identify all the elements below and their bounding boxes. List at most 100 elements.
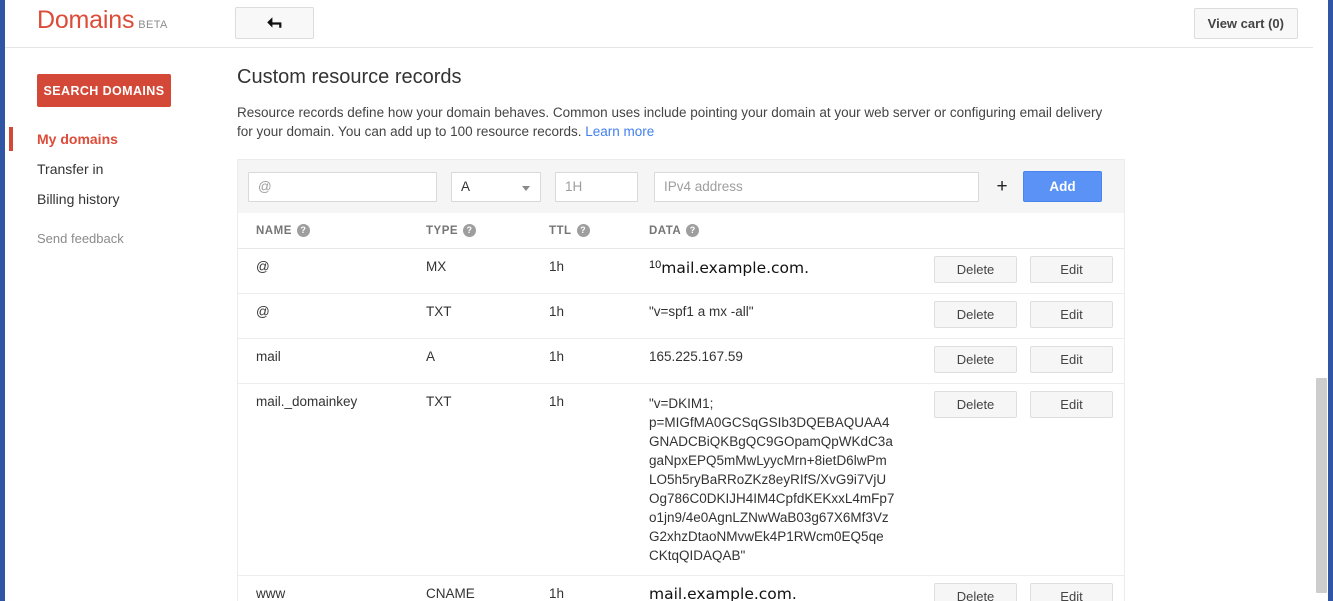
cell-ttl: 1h bbox=[549, 259, 565, 274]
cell-actions: Delete Edit bbox=[934, 339, 1124, 383]
cell-name: mail._domainkey bbox=[256, 394, 358, 409]
record-type-select[interactable]: A bbox=[451, 171, 541, 202]
edit-button[interactable]: Edit bbox=[1030, 391, 1113, 418]
cell-ttl: 1h bbox=[549, 586, 565, 601]
browser-window: Domains BETA View cart (0) SEARCH DOMAIN… bbox=[0, 0, 1333, 601]
table-row: @ MX 1h 10mail.example.com. Delete Edit bbox=[238, 249, 1124, 294]
brand-name: Domains bbox=[37, 6, 135, 34]
view-cart-label: View cart (0) bbox=[1207, 16, 1284, 31]
edit-button[interactable]: Edit bbox=[1030, 301, 1113, 328]
resource-records-table: NAME ? TYPE ? TTL ? DATA ? @ MX 1h 10mai… bbox=[237, 213, 1125, 601]
cell-ttl: 1h bbox=[549, 304, 565, 319]
edit-button[interactable]: Edit bbox=[1030, 346, 1113, 373]
delete-button[interactable]: Delete bbox=[934, 256, 1017, 283]
active-indicator-bar bbox=[9, 127, 13, 151]
cell-data-line: gaNpxEPQ5mMwLyycMrn+8ietD6lwPm bbox=[649, 453, 887, 468]
column-header-ttl: TTL ? bbox=[549, 224, 649, 237]
chevron-down-icon bbox=[522, 185, 530, 191]
add-record-button[interactable]: Add bbox=[1023, 171, 1102, 202]
back-arrow-icon bbox=[265, 16, 284, 30]
cell-data-value: mail.example.com. bbox=[661, 259, 810, 277]
help-icon[interactable]: ? bbox=[686, 224, 700, 237]
cell-type: MX bbox=[426, 259, 447, 274]
table-row: www CNAME 1h mail.example.com. Delete Ed… bbox=[238, 576, 1124, 601]
cell-actions: Delete Edit bbox=[934, 249, 1124, 293]
cell-type: A bbox=[426, 349, 436, 364]
cell-data: mail.example.com. bbox=[649, 576, 934, 601]
sidebar-item-transfer-in[interactable]: Transfer in bbox=[5, 154, 231, 184]
cell-actions: Delete Edit bbox=[934, 294, 1124, 338]
mx-priority: 10 bbox=[649, 259, 662, 271]
column-header-name: NAME ? bbox=[256, 224, 426, 237]
cell-actions: Delete Edit bbox=[934, 576, 1124, 601]
cell-type: TXT bbox=[426, 394, 452, 409]
page-viewport: Domains BETA View cart (0) SEARCH DOMAIN… bbox=[5, 0, 1328, 601]
help-icon[interactable]: ? bbox=[296, 224, 310, 237]
cell-data: "v=DKIM1; p=MIGfMA0GCSqGSIb3DQEBAQUAA4 GNA… bbox=[649, 384, 934, 575]
cell-ttl: 1h bbox=[549, 394, 565, 409]
cell-name: mail bbox=[256, 349, 281, 364]
send-feedback-link[interactable]: Send feedback bbox=[5, 226, 231, 250]
resource-records-panel: A + Add NAME ? TYPE ? bbox=[237, 159, 1125, 601]
vertical-scrollbar-track[interactable] bbox=[1313, 0, 1328, 601]
main-content: Custom resource records Resource records… bbox=[231, 49, 1328, 601]
sidebar-nav: My domains Transfer in Billing history S… bbox=[5, 124, 231, 250]
column-header-label: TYPE bbox=[426, 224, 459, 237]
cell-actions: Delete Edit bbox=[934, 384, 1124, 428]
column-header-type: TYPE ? bbox=[426, 224, 549, 237]
column-header-label: DATA bbox=[649, 224, 682, 237]
delete-button[interactable]: Delete bbox=[934, 583, 1017, 601]
cell-name: www bbox=[256, 586, 286, 601]
table-row: mail._domainkey TXT 1h "v=DKIM1; p=MIGfMA… bbox=[238, 384, 1124, 576]
record-data-input[interactable] bbox=[654, 171, 979, 202]
cell-data-line: "v=DKIM1; bbox=[649, 396, 714, 411]
record-name-input[interactable] bbox=[248, 171, 437, 202]
back-button[interactable] bbox=[235, 7, 314, 39]
sidebar-item-my-domains[interactable]: My domains bbox=[5, 124, 231, 154]
cell-type: TXT bbox=[426, 304, 452, 319]
record-type-value: A bbox=[461, 179, 471, 194]
add-data-row-icon[interactable]: + bbox=[993, 172, 1011, 202]
sidebar-item-label: My domains bbox=[37, 131, 118, 147]
brand-beta-badge: BETA bbox=[138, 19, 168, 31]
record-ttl-input[interactable] bbox=[555, 171, 638, 202]
delete-button[interactable]: Delete bbox=[934, 301, 1017, 328]
cell-data-line: Og786C0DKIJH4IM4CpfdKEKxxL4mFp7 bbox=[649, 491, 895, 506]
column-header-label: NAME bbox=[256, 224, 292, 237]
help-icon[interactable]: ? bbox=[576, 224, 590, 237]
sidebar-item-label: Billing history bbox=[37, 191, 120, 207]
cell-data-line: LO5h5ryBaRRoZKz8eyRIfS/XvG9i7VjU bbox=[649, 472, 887, 487]
cell-data: 165.225.167.59 bbox=[649, 349, 743, 364]
cell-data-line: GNADCBiQKBgQC9GOpamQpWKdC3a bbox=[649, 434, 893, 449]
edit-button[interactable]: Edit bbox=[1030, 256, 1113, 283]
edit-button[interactable]: Edit bbox=[1030, 583, 1113, 601]
cell-data-line: G2xhzDtaoNMvwEk4P1RWcm0EQ5qe bbox=[649, 529, 884, 544]
cell-name: @ bbox=[256, 259, 270, 274]
delete-button[interactable]: Delete bbox=[934, 391, 1017, 418]
page-title: Custom resource records bbox=[237, 66, 462, 88]
search-domains-button[interactable]: SEARCH DOMAINS bbox=[37, 74, 171, 107]
sidebar-item-billing-history[interactable]: Billing history bbox=[5, 184, 231, 214]
column-header-data: DATA ? bbox=[649, 224, 934, 237]
page-description: Resource records define how your domain … bbox=[237, 103, 1105, 141]
view-cart-button[interactable]: View cart (0) bbox=[1193, 8, 1298, 39]
vertical-scrollbar-thumb[interactable] bbox=[1316, 378, 1327, 593]
column-header-label: TTL bbox=[549, 224, 572, 237]
sidebar-item-label: Transfer in bbox=[37, 161, 104, 177]
add-record-form: A + Add bbox=[237, 159, 1125, 213]
brand-logo[interactable]: Domains BETA bbox=[37, 8, 168, 33]
cell-ttl: 1h bbox=[549, 349, 565, 364]
cell-type: CNAME bbox=[426, 586, 475, 601]
delete-button[interactable]: Delete bbox=[934, 346, 1017, 373]
cell-data-line: o1jn9/4e0AgnLZNwWaB03g67X6Mf3Vz bbox=[649, 510, 889, 525]
help-icon[interactable]: ? bbox=[463, 224, 477, 237]
sidebar: SEARCH DOMAINS My domains Transfer in Bi… bbox=[5, 49, 231, 601]
cell-data: "v=spf1 a mx -all" bbox=[649, 304, 754, 319]
learn-more-link[interactable]: Learn more bbox=[585, 124, 654, 139]
cell-name: @ bbox=[256, 304, 270, 319]
top-bar: Domains BETA View cart (0) bbox=[5, 0, 1328, 48]
table-row: mail A 1h 165.225.167.59 Delete Edit bbox=[238, 339, 1124, 384]
cell-data-line: CKtqQIDAQAB" bbox=[649, 548, 746, 563]
table-header-row: NAME ? TYPE ? TTL ? DATA ? bbox=[238, 213, 1124, 249]
